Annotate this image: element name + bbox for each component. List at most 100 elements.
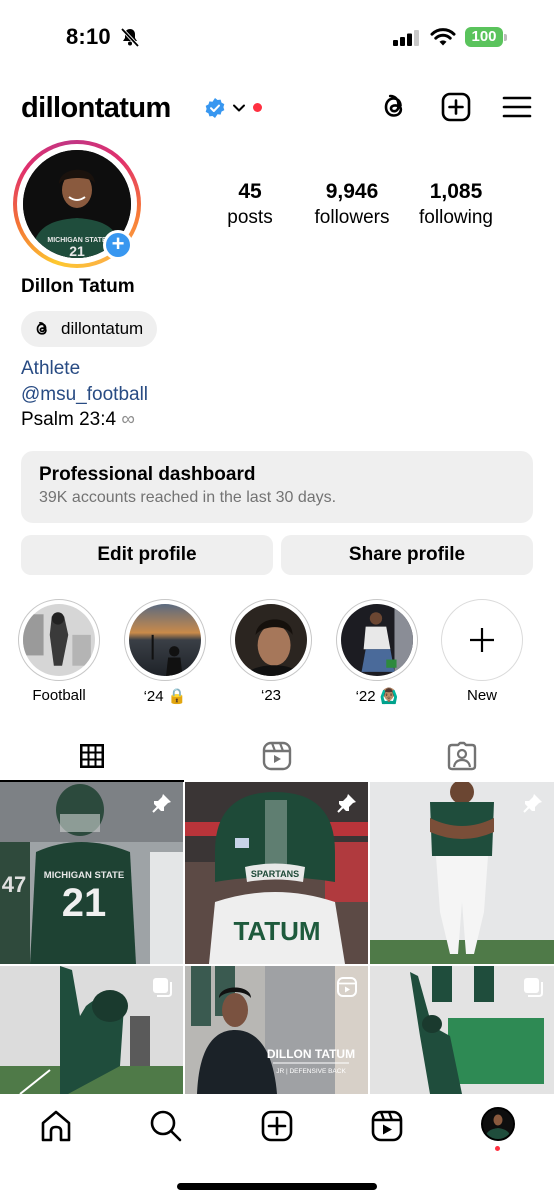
notification-dot <box>495 1146 500 1151</box>
profile-content-tabs <box>0 730 554 782</box>
dashboard-subtitle: 39K accounts reached in the last 30 days… <box>39 489 337 506</box>
home-indicator[interactable] <box>177 1183 377 1190</box>
highlight-cover <box>23 604 95 676</box>
helmet-text: SPARTANS <box>251 869 299 879</box>
reels-icon <box>262 741 292 771</box>
edit-profile-button[interactable]: Edit profile <box>21 535 273 575</box>
highlight-ring <box>18 599 100 681</box>
stat-following-label: following <box>419 207 493 228</box>
stat-posts[interactable]: 45 posts <box>216 178 284 230</box>
highlight-ring <box>124 599 206 681</box>
profile-avatar[interactable] <box>481 1107 515 1141</box>
status-bar: 8:10 100 <box>0 0 554 75</box>
tab-reels[interactable] <box>185 730 369 782</box>
bio-text: Psalm 23:4 ∞ <box>21 407 135 433</box>
threads-icon[interactable] <box>378 91 410 123</box>
stat-followers-value: 9,946 <box>325 180 379 203</box>
stat-posts-label: posts <box>227 207 273 228</box>
post-tile[interactable] <box>0 966 183 1094</box>
share-profile-button[interactable]: Share profile <box>281 535 533 575</box>
highlight-cover <box>235 604 307 676</box>
carousel-icon <box>153 978 172 997</box>
menu-hamburger-icon[interactable] <box>502 91 534 123</box>
stat-posts-value: 45 <box>238 180 262 203</box>
carousel-icon <box>524 978 543 997</box>
post-tile[interactable] <box>370 966 554 1094</box>
new-highlight-button[interactable]: New <box>441 599 523 704</box>
highlight-image <box>341 604 413 676</box>
bio-text-content: Psalm 23:4 <box>21 409 117 430</box>
tab-posts-grid[interactable] <box>0 730 184 782</box>
verified-badge-icon <box>205 98 225 118</box>
highlight-football[interactable]: Football <box>18 599 100 704</box>
post-tile[interactable]: DILLON TATUM JR | DEFENSIVE BACK <box>185 966 368 1094</box>
bottom-navigation <box>0 1094 554 1156</box>
reel-overlay-subtitle: JR | DEFENSIVE BACK <box>276 1068 346 1075</box>
posts-grid: 47 MICHIGAN STATE 21 SPARTANS TATUM DILL… <box>0 782 554 1094</box>
notification-dot <box>253 103 262 112</box>
highlight-image <box>235 604 307 676</box>
create-plus-square-icon[interactable] <box>440 91 472 123</box>
stat-following[interactable]: 1,085 following <box>410 178 502 230</box>
post-tile[interactable]: SPARTANS TATUM <box>185 782 368 964</box>
highlight-ring <box>230 599 312 681</box>
cellular-signal-icon <box>393 30 419 46</box>
highlight-image <box>23 604 95 676</box>
stat-followers[interactable]: 9,946 followers <box>304 178 400 230</box>
pin-icon <box>523 794 542 813</box>
highlight-label: New <box>466 687 497 704</box>
threads-icon <box>36 321 47 335</box>
highlight-cover <box>341 604 413 676</box>
nameplate-text: TATUM <box>233 916 320 946</box>
battery-indicator: 100 <box>465 27 503 47</box>
bio-mention-link[interactable]: @msu_football <box>21 382 148 408</box>
create-icon[interactable] <box>259 1108 295 1144</box>
highlight-label: Football <box>32 687 86 704</box>
svg-text:21: 21 <box>69 243 85 258</box>
reel-overlay-title: DILLON TATUM <box>267 1047 355 1061</box>
pin-icon <box>152 794 171 813</box>
jersey-text: MICHIGAN STATE <box>44 870 124 881</box>
reels-icon[interactable] <box>369 1108 405 1144</box>
highlight-23[interactable]: ‘23 <box>230 599 312 704</box>
profile-full-name: Dillon Tatum <box>21 276 135 297</box>
account-switcher-username[interactable]: dillontatum <box>21 92 171 125</box>
threads-handle: dillontatum <box>61 319 144 338</box>
nav-avatar-image <box>483 1109 513 1139</box>
home-icon[interactable] <box>38 1108 74 1144</box>
professional-dashboard[interactable]: Professional dashboard 39K accounts reac… <box>21 451 533 523</box>
highlight-24[interactable]: ‘24 🔒 <box>124 599 206 705</box>
highlight-image <box>129 604 201 676</box>
add-story-button[interactable]: + <box>103 230 133 260</box>
highlight-ring <box>441 599 523 681</box>
infinity-emoji: ∞ <box>121 409 135 430</box>
wifi-icon <box>430 28 456 46</box>
plus-icon <box>470 628 494 652</box>
bio-category: Athlete <box>21 358 81 379</box>
reel-icon <box>337 977 357 997</box>
highlight-label: ‘22 🙆🏽‍♂️ <box>355 688 399 705</box>
tab-tagged[interactable] <box>370 730 554 782</box>
highlight-22[interactable]: ‘22 🙆🏽‍♂️ <box>336 599 418 705</box>
tagged-icon <box>447 741 477 771</box>
post-tile[interactable]: 47 MICHIGAN STATE 21 <box>0 782 183 964</box>
post-tile[interactable] <box>370 782 554 964</box>
bell-slash-icon <box>120 27 140 47</box>
dashboard-title: Professional dashboard <box>39 464 256 485</box>
pin-icon <box>337 794 356 813</box>
stat-followers-label: followers <box>314 207 390 228</box>
search-icon[interactable] <box>148 1108 184 1144</box>
highlight-cover <box>129 604 201 676</box>
jersey-number: 21 <box>62 881 107 925</box>
profile-stats: 45 posts 9,946 followers 1,085 following <box>200 178 530 238</box>
grid-icon <box>80 744 104 768</box>
svg-text:47: 47 <box>2 872 26 897</box>
chevron-down-icon[interactable] <box>232 102 246 114</box>
stat-following-value: 1,085 <box>429 180 483 203</box>
highlight-ring <box>336 599 418 681</box>
profile-header: dillontatum <box>0 80 554 136</box>
highlight-label: ‘23 <box>260 687 282 704</box>
battery-cap <box>504 34 507 41</box>
threads-profile-link[interactable]: dillontatum <box>21 311 158 347</box>
highlight-label: ‘24 🔒 <box>143 688 187 705</box>
